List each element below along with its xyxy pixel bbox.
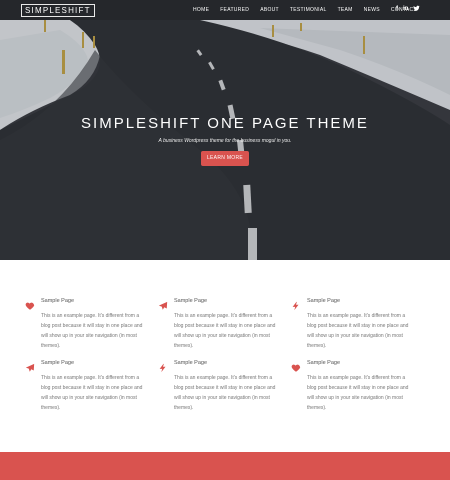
nav-about[interactable]: ABOUT bbox=[260, 7, 279, 13]
paper-plane-icon bbox=[25, 360, 35, 372]
feature-text: This is an example page. It's different … bbox=[307, 313, 409, 349]
hero-title: SIMPLESHIFT ONE PAGE THEME bbox=[81, 115, 369, 132]
feature-text: This is an example page. It's different … bbox=[41, 375, 143, 411]
learn-more-button[interactable]: LEARN MORE bbox=[200, 151, 250, 166]
paper-plane-icon bbox=[158, 298, 168, 310]
hero-subtitle: A business Wordpress theme for the busin… bbox=[158, 138, 292, 144]
heart-icon bbox=[291, 360, 301, 372]
feature-text: This is an example page. It's different … bbox=[41, 313, 143, 349]
social-links: f in bbox=[396, 5, 421, 15]
twitter-icon[interactable] bbox=[413, 5, 421, 15]
hero-content: SIMPLESHIFT ONE PAGE THEME A business Wo… bbox=[0, 115, 450, 166]
nav-testimonial[interactable]: TESTIMONIAL bbox=[290, 7, 327, 13]
lightning-icon bbox=[158, 360, 168, 373]
feature-text: This is an example page. It's different … bbox=[307, 375, 409, 411]
nav-featured[interactable]: FEATURED bbox=[220, 7, 249, 13]
nav-home[interactable]: HOME bbox=[193, 7, 209, 13]
lightning-icon bbox=[291, 298, 301, 311]
linkedin-icon[interactable]: in bbox=[403, 5, 408, 15]
feature-title[interactable]: Sample Page bbox=[307, 298, 340, 304]
feature-title[interactable]: Sample Page bbox=[307, 360, 340, 366]
feature-title[interactable]: Sample Page bbox=[41, 360, 74, 366]
nav-team[interactable]: TEAM bbox=[338, 7, 353, 13]
hero-section: SIMPLESHIFT ONE PAGE THEME A business Wo… bbox=[0, 0, 450, 260]
feature-title[interactable]: Sample Page bbox=[174, 298, 207, 304]
facebook-icon[interactable]: f bbox=[396, 5, 398, 15]
footer-accent-bar bbox=[0, 452, 450, 480]
site-logo[interactable]: SIMPLESHIFT bbox=[21, 4, 95, 17]
nav-news[interactable]: NEWS bbox=[364, 7, 380, 13]
feature-title[interactable]: Sample Page bbox=[41, 298, 74, 304]
heart-icon bbox=[25, 298, 35, 310]
feature-title[interactable]: Sample Page bbox=[174, 360, 207, 366]
feature-text: This is an example page. It's different … bbox=[174, 313, 276, 349]
main-menu: HOME FEATURED ABOUT TESTIMONIAL TEAM NEW… bbox=[193, 0, 417, 20]
top-navbar: SIMPLESHIFT HOME FEATURED ABOUT TESTIMON… bbox=[0, 0, 450, 20]
feature-text: This is an example page. It's different … bbox=[174, 375, 276, 411]
